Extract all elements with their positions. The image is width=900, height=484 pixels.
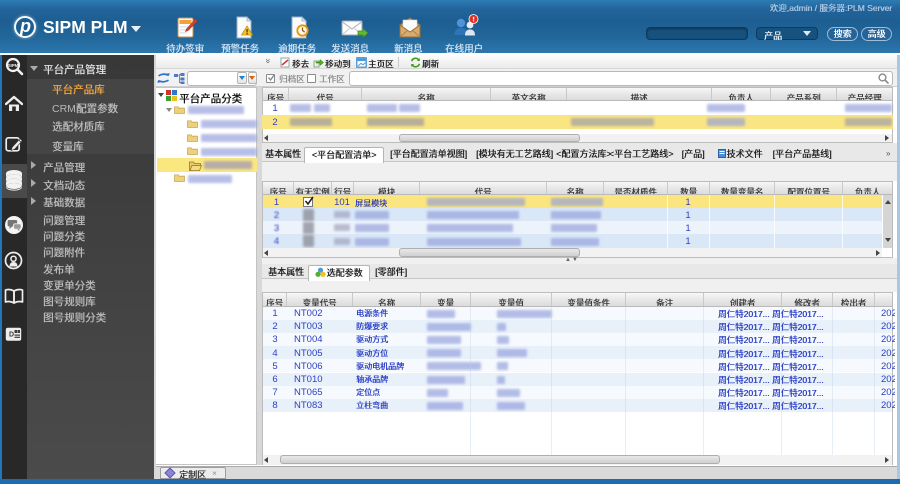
svg-text:SIPM: SIPM xyxy=(8,63,19,68)
svg-text:D: D xyxy=(9,332,14,339)
